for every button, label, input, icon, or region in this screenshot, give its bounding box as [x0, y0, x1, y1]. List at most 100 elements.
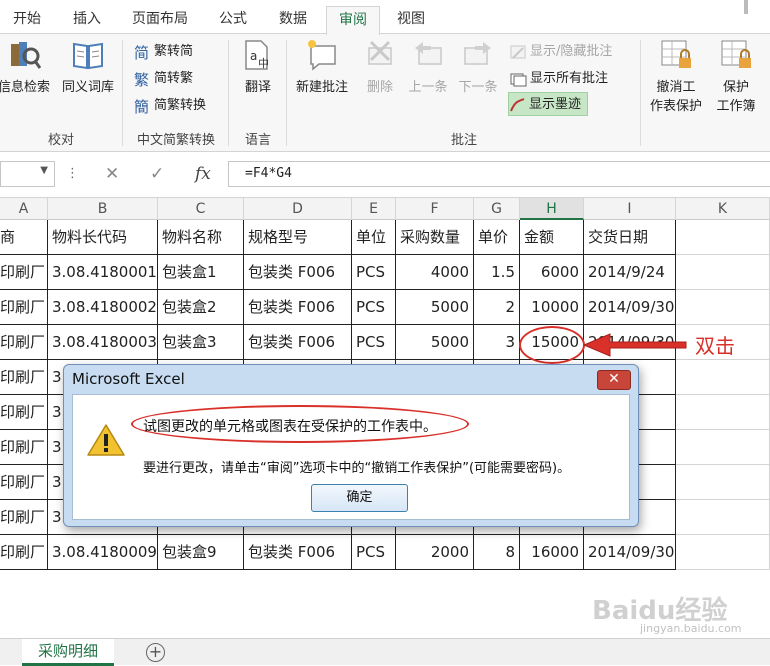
thesaurus-button[interactable]: 同义词库 [56, 38, 120, 95]
table-cell[interactable]: 16000 [520, 535, 584, 570]
table-cell[interactable]: 3.08.4180009 [48, 535, 158, 570]
empty-cell[interactable] [676, 535, 770, 570]
table-cell[interactable]: 2000 [396, 535, 474, 570]
column-header-i[interactable]: I [584, 198, 676, 220]
trad-to-simp-button[interactable]: 简 繁转简 [134, 40, 193, 64]
table-cell[interactable]: 包装类 F006 [244, 255, 352, 290]
table-header-cell[interactable]: 物料长代码 [48, 220, 158, 255]
table-cell[interactable]: 印刷厂 [0, 290, 48, 325]
table-cell[interactable]: 印刷厂 [0, 465, 48, 500]
table-cell[interactable]: 包装类 F006 [244, 325, 352, 360]
table-cell[interactable]: 2014/09/30 [584, 535, 676, 570]
tab-formulas[interactable]: 公式 [208, 6, 258, 34]
cancel-icon[interactable]: ✕ [105, 164, 119, 184]
table-cell[interactable]: 包装盒9 [158, 535, 244, 570]
table-header-cell[interactable]: 规格型号 [244, 220, 352, 255]
tab-view[interactable]: 视图 [386, 6, 436, 34]
formula-input[interactable]: =F4*G4 [228, 161, 770, 187]
column-header-h[interactable]: H [520, 198, 584, 220]
table-cell[interactable]: 包装盒3 [158, 325, 244, 360]
enter-icon[interactable]: ✓ [150, 164, 164, 184]
sheet-tab[interactable]: 采购明细 [22, 639, 114, 666]
table-header-cell[interactable]: 金额 [520, 220, 584, 255]
empty-cell[interactable] [676, 290, 770, 325]
empty-cell[interactable] [676, 220, 770, 255]
table-cell[interactable]: 印刷厂 [0, 255, 48, 290]
column-header-b[interactable]: B [48, 198, 158, 220]
column-header-c[interactable]: C [158, 198, 244, 220]
table-cell[interactable]: 印刷厂 [0, 535, 48, 570]
table-cell[interactable]: 8 [474, 535, 520, 570]
table-header-cell[interactable]: 交货日期 [584, 220, 676, 255]
table-cell[interactable]: 3 [474, 325, 520, 360]
empty-cell[interactable] [676, 430, 770, 465]
table-cell[interactable]: 3.08.4180001 [48, 255, 158, 290]
research-button[interactable]: 信息检索 [0, 38, 56, 95]
table-cell[interactable]: 2014/9/24 [584, 255, 676, 290]
chevron-down-icon[interactable]: ▼ [40, 165, 48, 176]
table-cell[interactable]: 6000 [520, 255, 584, 290]
empty-cell[interactable] [676, 255, 770, 290]
table-cell[interactable]: 包装盒1 [158, 255, 244, 290]
table-header-cell[interactable]: 采购数量 [396, 220, 474, 255]
table-cell[interactable]: 包装盒2 [158, 290, 244, 325]
table-cell[interactable]: 3.08.4180003 [48, 325, 158, 360]
table-cell[interactable]: 2014/09/30 [584, 290, 676, 325]
column-header-e[interactable]: E [352, 198, 396, 220]
table-cell[interactable]: 10000 [520, 290, 584, 325]
table-cell[interactable]: PCS [352, 325, 396, 360]
column-header-d[interactable]: D [244, 198, 352, 220]
empty-cell[interactable] [676, 500, 770, 535]
tab-data[interactable]: 数据 [268, 6, 318, 34]
table-header-cell[interactable]: 商 [0, 220, 48, 255]
table-cell[interactable]: PCS [352, 290, 396, 325]
show-all-comments-button[interactable]: 显示所有批注 [510, 67, 608, 91]
name-box[interactable]: ▼ [0, 161, 55, 187]
tab-home[interactable]: 开始 [2, 6, 52, 34]
new-comment-button[interactable]: 新建批注 [288, 38, 356, 95]
table-cell[interactable]: 印刷厂 [0, 395, 48, 430]
column-header-f[interactable]: F [396, 198, 474, 220]
previous-comment-button[interactable]: 上一条 [404, 38, 452, 95]
table-header-cell[interactable]: 单位 [352, 220, 396, 255]
simp-to-trad-button[interactable]: 繁 简转繁 [134, 67, 193, 91]
tab-insert[interactable]: 插入 [62, 6, 112, 34]
table-cell[interactable]: 1.5 [474, 255, 520, 290]
next-comment-button[interactable]: 下一条 [454, 38, 502, 95]
table-header-cell[interactable]: 单价 [474, 220, 520, 255]
table-cell[interactable]: 印刷厂 [0, 360, 48, 395]
protect-workbook-button[interactable]: 保护 工作簿 [708, 38, 764, 114]
table-cell[interactable]: PCS [352, 535, 396, 570]
tab-review[interactable]: 审阅 [326, 6, 380, 35]
unprotect-sheet-button[interactable]: 撤消工 作表保护 [644, 38, 708, 114]
table-cell[interactable]: 印刷厂 [0, 500, 48, 535]
add-sheet-icon[interactable]: + [146, 643, 165, 662]
table-cell[interactable]: 5000 [396, 325, 474, 360]
column-header-k[interactable]: K [676, 198, 770, 220]
table-cell[interactable]: PCS [352, 255, 396, 290]
empty-cell[interactable] [676, 465, 770, 500]
show-hide-comment-button[interactable]: 显示/隐藏批注 [510, 40, 612, 64]
chinese-conversion-button[interactable]: 簡 简繁转换 [134, 94, 206, 118]
empty-cell[interactable] [676, 395, 770, 430]
table-header-cell[interactable]: 物料名称 [158, 220, 244, 255]
table-cell[interactable]: 印刷厂 [0, 325, 48, 360]
ok-button[interactable]: 确定 [311, 484, 408, 512]
table-cell[interactable]: 包装类 F006 [244, 535, 352, 570]
table-cell[interactable]: 4000 [396, 255, 474, 290]
translate-button[interactable]: a 中 翻译 [232, 38, 284, 95]
more-options-icon[interactable]: ⋮ [66, 166, 79, 181]
close-button[interactable]: ✕ [597, 370, 631, 390]
empty-cell[interactable] [676, 360, 770, 395]
column-header-a[interactable]: A [0, 198, 48, 220]
table-cell[interactable]: 印刷厂 [0, 430, 48, 465]
show-ink-button[interactable]: 显示墨迹 [508, 92, 589, 116]
table-cell[interactable]: 3.08.4180002 [48, 290, 158, 325]
tab-page-layout[interactable]: 页面布局 [122, 6, 198, 34]
table-cell[interactable]: 包装类 F006 [244, 290, 352, 325]
table-cell[interactable]: 5000 [396, 290, 474, 325]
column-header-g[interactable]: G [474, 198, 520, 220]
insert-function-icon[interactable]: fx [195, 164, 211, 184]
delete-comment-button[interactable]: 删除 [358, 38, 402, 95]
table-cell[interactable]: 2 [474, 290, 520, 325]
